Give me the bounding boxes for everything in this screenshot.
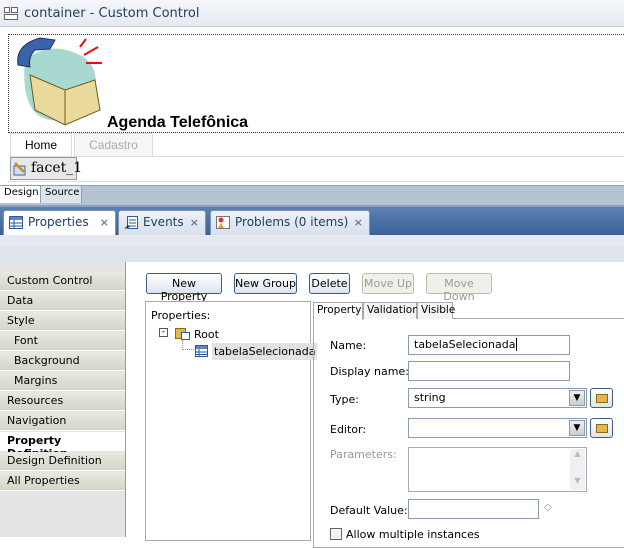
move-down-button[interactable]: Move Down xyxy=(426,273,492,303)
properties-tree[interactable] xyxy=(145,301,311,541)
display-name-input[interactable] xyxy=(408,361,570,381)
tree-node-tabelaselecionada[interactable]: tabelaSelecionada xyxy=(212,343,318,360)
display-name-label: Display name: xyxy=(330,365,409,378)
type-select[interactable]: string ▼ xyxy=(408,388,587,408)
type-label: Type: xyxy=(330,393,359,406)
tree-node-root[interactable]: Root xyxy=(194,328,219,341)
type-value: string xyxy=(414,391,446,404)
events-icon xyxy=(124,216,138,229)
close-icon[interactable]: × xyxy=(100,216,109,229)
sidebar-item-margins[interactable]: Margins xyxy=(0,372,125,391)
property-icon xyxy=(195,345,208,357)
folder-icon xyxy=(596,394,608,403)
name-input[interactable]: tabelaSelecionada xyxy=(408,335,570,355)
parameters-label: Parameters: xyxy=(330,448,397,461)
tab-property[interactable]: Property xyxy=(313,302,363,320)
facet-label: facet_1 xyxy=(31,160,83,176)
sidebar-item-font[interactable]: Font xyxy=(0,332,125,351)
new-group-button[interactable]: New Group xyxy=(234,273,297,294)
name-value: tabelaSelecionada xyxy=(414,338,516,351)
sidebar-item-background[interactable]: Background xyxy=(0,352,125,371)
divider xyxy=(8,181,624,182)
title-bar: container - Custom Control xyxy=(0,0,624,27)
tab-validation[interactable]: Validation xyxy=(363,302,419,319)
tab-problems[interactable]: Problems (0 items) × xyxy=(210,210,370,235)
tab-properties[interactable]: Properties × xyxy=(3,210,116,235)
tree-label: Properties: xyxy=(151,309,211,322)
allow-multiple-label: Allow multiple instances xyxy=(346,528,480,541)
folder-icon xyxy=(596,424,608,433)
phone-book-logo xyxy=(17,37,102,126)
sidebar-item-data[interactable]: Data xyxy=(0,292,125,311)
tab-visible[interactable]: Visible xyxy=(417,302,455,319)
pencil-icon xyxy=(13,162,26,176)
sidebar-item-navigation[interactable]: Navigation xyxy=(0,412,125,431)
scrollbar[interactable]: ▲ ▼ xyxy=(570,449,585,490)
properties-icon xyxy=(9,216,23,229)
tab-label: Properties xyxy=(28,215,89,229)
editor-label: Editor: xyxy=(330,423,367,436)
window-title: container - Custom Control xyxy=(24,6,200,21)
delete-button[interactable]: Delete xyxy=(309,273,350,294)
chevron-down-icon[interactable]: ▼ xyxy=(569,420,585,436)
problems-icon xyxy=(216,216,230,229)
new-property-button[interactable]: New Property xyxy=(146,273,222,303)
sidebar-item-custom-control[interactable]: Custom Control xyxy=(0,272,125,291)
sidebar-item-all-properties[interactable]: All Properties xyxy=(0,472,125,491)
allow-multiple-checkbox[interactable] xyxy=(330,528,342,540)
divider xyxy=(10,156,624,157)
tab-source[interactable]: Source xyxy=(40,186,82,203)
close-icon[interactable]: × xyxy=(190,216,199,229)
sidebar-item-style[interactable]: Style xyxy=(0,312,125,331)
name-label: Name: xyxy=(330,339,367,352)
parameters-textarea[interactable]: ▲ ▼ xyxy=(408,447,587,492)
sidebar-item-design-definition[interactable]: Design Definition xyxy=(0,452,125,471)
tab-events[interactable]: Events × xyxy=(118,210,206,235)
tab-design[interactable]: Design xyxy=(0,186,40,203)
tab-label: Events xyxy=(143,215,184,229)
move-up-button[interactable]: Move Up xyxy=(362,273,414,294)
diamond-icon[interactable]: ◇ xyxy=(544,502,552,513)
editor-browse-button[interactable] xyxy=(590,418,613,438)
tab-home[interactable]: Home xyxy=(10,133,72,157)
tab-cadastro[interactable]: Cadastro xyxy=(74,133,153,157)
tree-connector xyxy=(182,340,194,350)
custom-control-icon xyxy=(4,7,18,20)
folder-icon xyxy=(175,328,190,340)
view-toolbar xyxy=(0,235,624,262)
editor-select[interactable]: ▼ xyxy=(408,418,587,438)
page-heading: Agenda Telefônica xyxy=(107,114,249,131)
sidebar-item-property-definition[interactable]: Property Definition xyxy=(0,432,125,460)
close-icon[interactable]: × xyxy=(354,216,363,229)
default-value-input[interactable] xyxy=(408,499,539,519)
tab-label: Problems (0 items) xyxy=(235,215,349,229)
chevron-down-icon[interactable]: ▼ xyxy=(569,390,585,406)
sidebar-item-resources[interactable]: Resources xyxy=(0,392,125,411)
editor-mode-bar xyxy=(0,185,624,205)
facet-placeholder[interactable]: facet_1 xyxy=(10,157,82,180)
collapse-icon[interactable]: - xyxy=(159,328,168,337)
type-browse-button[interactable] xyxy=(590,388,613,408)
sidebar: Custom Control Data Style Font Backgroun… xyxy=(0,262,126,537)
default-value-label: Default Value: xyxy=(330,504,408,517)
